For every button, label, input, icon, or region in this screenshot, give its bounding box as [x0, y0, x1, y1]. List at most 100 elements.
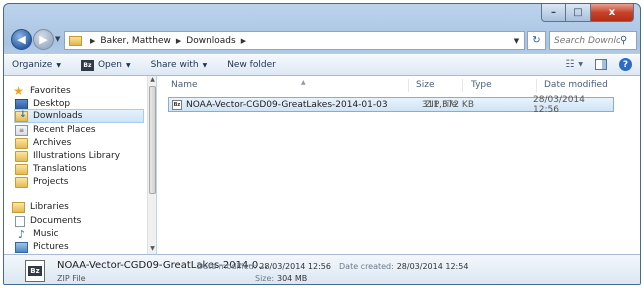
file-list: Name ▲ Size Type Date modified Bz NOAA-V…	[157, 76, 640, 254]
libraries-icon	[12, 201, 25, 213]
column-header-type[interactable]: Type	[471, 80, 492, 90]
scroll-up-icon[interactable]: ▲	[148, 76, 157, 85]
sidebar-item-label: Recent Places	[33, 125, 96, 135]
details-date-modified-value: 28/03/2014 12:56	[259, 262, 331, 271]
recent-places-icon: ≡	[15, 124, 28, 136]
column-header-size[interactable]: Size	[416, 80, 434, 90]
details-file-type: ZIP File	[57, 274, 86, 283]
scroll-down-icon[interactable]: ▼	[148, 245, 157, 254]
details-pane: Bz NOAA-Vector-CGD09-GreatLakes-2014-0..…	[4, 254, 640, 284]
details-date-created: Date created: 28/03/2014 12:54	[339, 262, 468, 272]
details-size: Size: 304 MB	[255, 274, 307, 284]
column-header-date-modified[interactable]: Date modified	[544, 80, 608, 90]
sidebar-item-documents[interactable]: Documents	[15, 214, 81, 228]
zip-file-icon: Bz	[172, 99, 182, 110]
zip-app-icon: Bz	[80, 59, 94, 71]
preview-pane-icon[interactable]	[595, 59, 607, 70]
star-icon: ★	[13, 84, 24, 98]
recent-pages-chevron-icon[interactable]: ▼	[55, 35, 60, 43]
address-history-chevron-icon[interactable]: ▼	[509, 37, 524, 45]
address-row: ◀ ▶ ▼ ▶ Baker, Matthew ▶ Downloads ▶ ▼ ↻…	[4, 26, 640, 54]
sidebar-item-downloads[interactable]: Downloads	[14, 109, 144, 123]
pictures-icon	[15, 241, 28, 253]
file-name: NOAA-Vector-CGD09-GreatLakes-2014-01-03	[186, 99, 388, 110]
documents-icon	[15, 215, 25, 227]
share-with-button[interactable]: Share with ▼	[151, 60, 208, 70]
organize-button[interactable]: Organize ▼	[12, 60, 61, 70]
breadcrumb-baker-matthew[interactable]: Baker, Matthew	[100, 36, 170, 46]
file-date-modified: 28/03/2014 12:56	[533, 94, 585, 115]
search-input[interactable]	[554, 35, 620, 46]
minimize-button[interactable]: –	[541, 4, 566, 22]
folder-icon	[15, 137, 28, 149]
nav-libraries-label: Libraries	[30, 202, 69, 212]
sidebar-item-archives[interactable]: Archives	[15, 136, 71, 150]
navigation-scrollbar[interactable]: ▲ ▼	[147, 76, 156, 254]
refresh-button[interactable]: ↻	[527, 31, 546, 50]
address-bar[interactable]: ▶ Baker, Matthew ▶ Downloads ▶ ▼	[64, 31, 525, 50]
table-row[interactable]: Bz NOAA-Vector-CGD09-GreatLakes-2014-01-…	[168, 94, 614, 115]
sidebar-item-label: Documents	[30, 216, 82, 226]
column-divider[interactable]	[536, 79, 537, 92]
close-button[interactable]: x	[591, 4, 634, 22]
forward-button[interactable]: ▶	[33, 29, 54, 50]
open-label: Open	[97, 60, 122, 70]
nav-libraries[interactable]: Libraries	[12, 200, 69, 214]
breadcrumb-separator-icon[interactable]: ▶	[176, 37, 181, 45]
folder-icon	[15, 163, 28, 175]
chevron-down-icon: ▼	[202, 61, 208, 69]
nav-favorites[interactable]: ★ Favorites	[12, 84, 71, 98]
open-button[interactable]: Bz Open ▼	[80, 59, 131, 71]
downloads-icon	[15, 110, 28, 122]
breadcrumb-separator-icon[interactable]: ▶	[241, 37, 246, 45]
music-icon: ♪	[17, 227, 26, 241]
sidebar-item-label: Projects	[33, 177, 69, 187]
sidebar-item-recent-places[interactable]: ≡ Recent Places	[15, 123, 96, 137]
nav-favorites-label: Favorites	[30, 86, 71, 96]
explorer-window: – □ x ◀ ▶ ▼ ▶ Baker, Matthew ▶ Downloads…	[3, 3, 641, 285]
navigation-pane: ★ Favorites Desktop Downloads ≡ Recent P…	[4, 76, 147, 254]
column-header-name-label: Name	[171, 80, 198, 90]
breadcrumb-downloads[interactable]: Downloads	[186, 36, 235, 46]
breadcrumb-separator-icon[interactable]: ▶	[90, 37, 95, 45]
organize-label: Organize	[12, 60, 53, 70]
sidebar-item-label: Archives	[33, 138, 72, 148]
search-box[interactable]: ⚲	[549, 31, 637, 50]
sidebar-item-label: Illustrations Library	[33, 151, 121, 161]
column-header-name[interactable]: Name ▲	[171, 79, 306, 90]
sidebar-item-translations[interactable]: Translations	[15, 162, 87, 176]
sidebar-item-label: Pictures	[33, 242, 69, 252]
maximize-button[interactable]: □	[566, 4, 591, 22]
sidebar-item-pictures[interactable]: Pictures	[15, 240, 69, 254]
chevron-down-icon: ▼	[56, 61, 61, 69]
details-size-value: 304 MB	[277, 274, 308, 283]
sidebar-item-label: Translations	[33, 164, 87, 174]
sort-indicator-icon: ▲	[301, 79, 306, 86]
sidebar-item-projects[interactable]: Projects	[15, 175, 68, 189]
scrollbar-thumb[interactable]	[149, 86, 156, 194]
column-divider[interactable]	[408, 79, 409, 92]
details-date-modified: Date modified: 28/03/2014 12:56	[197, 262, 331, 272]
new-folder-button[interactable]: New folder	[227, 60, 276, 70]
column-divider[interactable]	[462, 79, 463, 92]
help-icon[interactable]: ?	[619, 58, 632, 71]
sidebar-item-music[interactable]: ♪ Music	[15, 227, 59, 241]
file-type: ZIP File	[425, 99, 458, 110]
details-date-created-value: 28/03/2014 12:54	[396, 262, 469, 271]
window-caption-buttons: – □ x	[541, 4, 634, 22]
new-folder-label: New folder	[227, 60, 276, 70]
folder-icon	[15, 176, 28, 188]
zip-file-icon: Bz	[25, 260, 45, 282]
sidebar-item-label: Desktop	[33, 99, 71, 109]
search-icon[interactable]: ⚲	[620, 35, 627, 46]
change-view-icon[interactable]: ☷	[565, 59, 574, 70]
details-date-created-label: Date created:	[339, 262, 394, 271]
share-with-label: Share with	[150, 60, 199, 70]
sidebar-item-label: Music	[33, 229, 59, 239]
sidebar-item-illustrations-library[interactable]: Illustrations Library	[15, 149, 120, 163]
chevron-down-icon: ▼	[126, 61, 131, 69]
command-bar: Organize ▼ Bz Open ▼ Share with ▼ New folde…	[4, 54, 640, 76]
chevron-down-icon[interactable]: ▼	[578, 61, 583, 68]
back-button[interactable]: ◀	[11, 29, 32, 50]
toolbar-right-group: ☷ ▼ ?	[565, 58, 632, 71]
